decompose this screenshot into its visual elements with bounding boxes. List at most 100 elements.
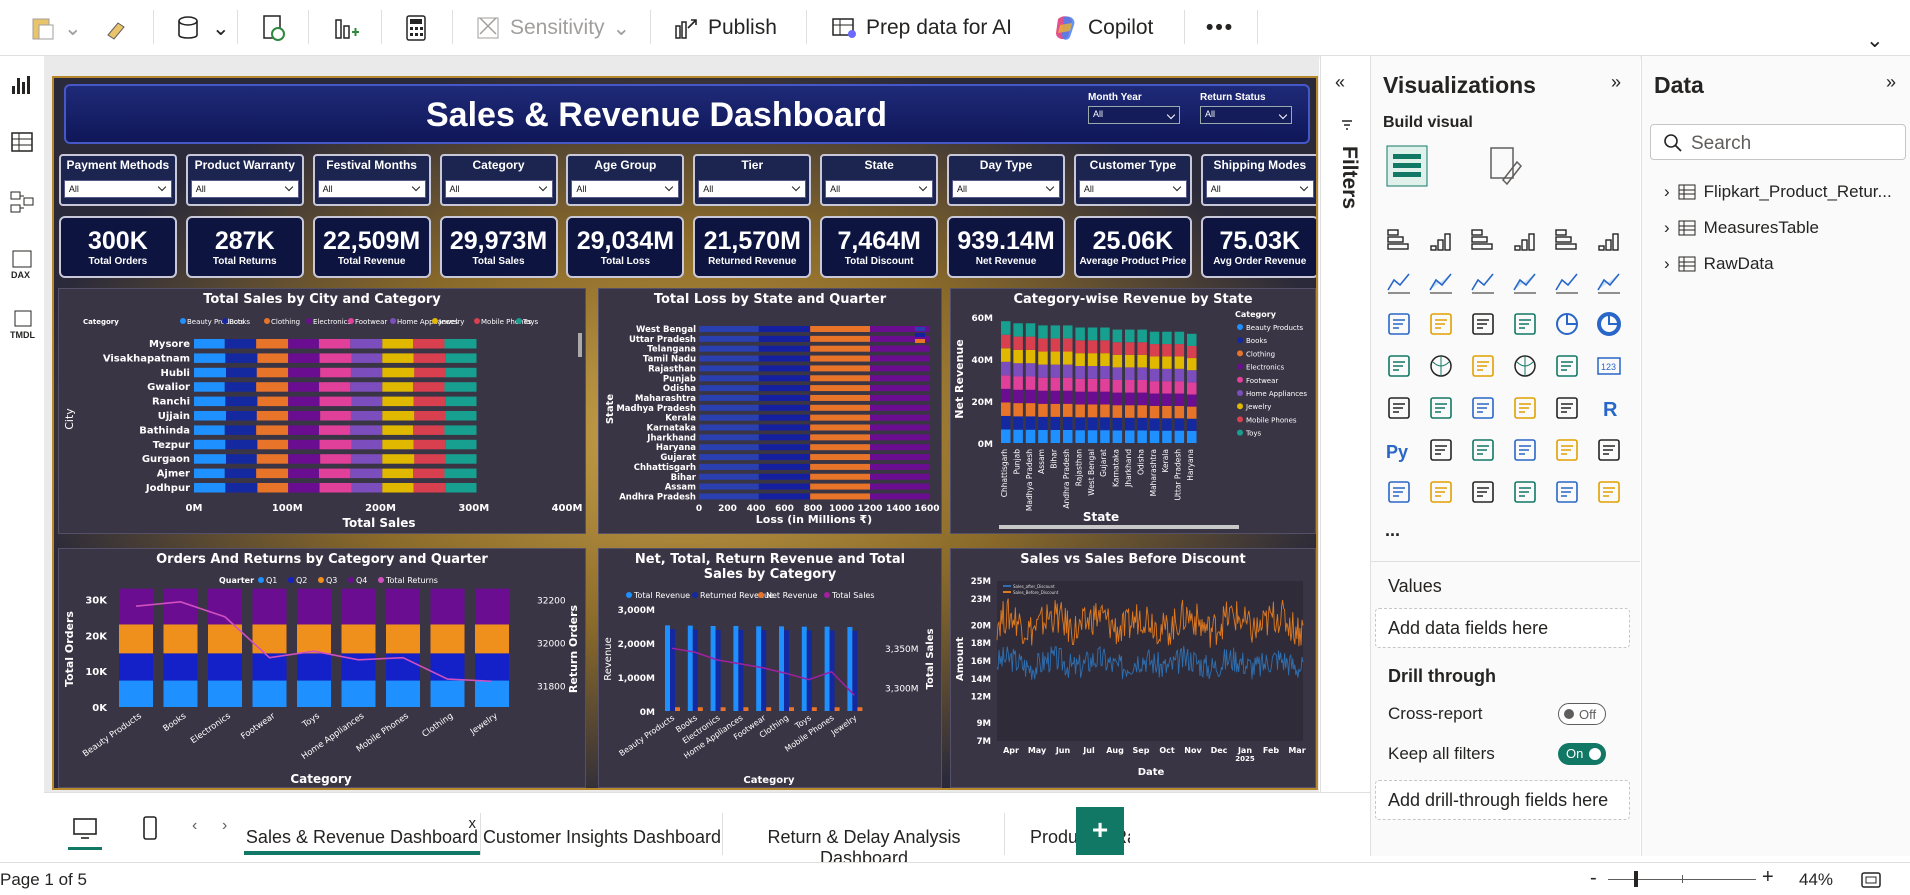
tree-table-flipkart[interactable]: › Flipkart_Product_Retur... bbox=[1664, 182, 1892, 202]
slicer-shipping-modes[interactable]: Shipping Modes All bbox=[1200, 154, 1316, 206]
refresh-button[interactable] bbox=[260, 10, 288, 46]
tab-close-icon[interactable]: x bbox=[469, 815, 477, 832]
report-builder-icon[interactable] bbox=[1427, 478, 1455, 506]
drill-through-well[interactable]: Add drill-through fields here bbox=[1375, 780, 1630, 820]
r-visual-icon[interactable]: R bbox=[1595, 394, 1623, 422]
month-year-slicer[interactable]: Month Year All bbox=[1088, 92, 1180, 136]
search-input[interactable]: Search bbox=[1650, 124, 1906, 160]
trophy-icon[interactable] bbox=[1385, 478, 1413, 506]
slicer-dropdown[interactable]: All bbox=[1088, 106, 1180, 124]
filters-pane-collapsed[interactable]: « Filters bbox=[1320, 56, 1370, 856]
paginated-icon[interactable] bbox=[1595, 436, 1623, 464]
next-page-icon[interactable]: › bbox=[222, 817, 227, 835]
slicer-dropdown[interactable]: All bbox=[1200, 106, 1292, 124]
line-clustered-icon[interactable] bbox=[1595, 268, 1623, 296]
dax-query-view-icon[interactable]: DAX bbox=[10, 250, 40, 280]
python-visual-icon[interactable]: Py bbox=[1385, 436, 1413, 464]
tab-customer-insights-dashboard[interactable]: Customer Insights Dashboard bbox=[482, 811, 722, 855]
chart-loss-by-state[interactable]: Total Loss by State and Quarter West Beng… bbox=[598, 288, 942, 534]
add-page-button[interactable]: + bbox=[1076, 807, 1124, 855]
zoom-out-button[interactable]: - bbox=[1590, 867, 1597, 890]
table-view-icon[interactable] bbox=[10, 130, 34, 154]
decomposition-tree-icon[interactable] bbox=[1469, 436, 1497, 464]
slicer-dropdown[interactable]: All bbox=[317, 180, 426, 198]
ribbon-collapse-chevron-icon[interactable]: ⌄ bbox=[1866, 22, 1884, 58]
fit-to-page-icon[interactable] bbox=[1860, 871, 1882, 889]
tab-return-delay-analysis-dashboard[interactable]: Return & Delay Analysis Dashboard bbox=[724, 811, 1004, 868]
azure-map-icon[interactable] bbox=[1511, 352, 1539, 380]
100-column-icon[interactable] bbox=[1595, 226, 1623, 254]
prep-data-button[interactable]: Prep data for AI bbox=[830, 10, 1012, 46]
slicer-category[interactable]: Category All bbox=[439, 154, 558, 206]
card-icon[interactable]: 123 bbox=[1595, 352, 1623, 380]
funnel-icon[interactable] bbox=[1469, 310, 1497, 338]
slicer-dropdown[interactable]: All bbox=[1078, 180, 1187, 198]
clustered-bar-icon[interactable] bbox=[1469, 226, 1497, 254]
slicer-payment-methods[interactable]: Payment Methods All bbox=[58, 154, 177, 206]
slicer-customer-type[interactable]: Customer Type All bbox=[1073, 154, 1192, 206]
calculator-button[interactable] bbox=[404, 10, 430, 46]
line-icon[interactable] bbox=[1385, 268, 1413, 296]
more-options-button[interactable]: ••• bbox=[1206, 10, 1234, 46]
clustered-column-icon[interactable] bbox=[1511, 226, 1539, 254]
qa-icon[interactable] bbox=[1511, 436, 1539, 464]
table-icon[interactable] bbox=[1511, 394, 1539, 422]
slicer-dropdown[interactable]: All bbox=[444, 180, 553, 198]
sensitivity-button[interactable]: Sensitivity ⌄ bbox=[474, 10, 630, 46]
chart-revenue-by-category[interactable]: Net, Total, Return Revenue and Total Sal… bbox=[598, 548, 942, 788]
area-icon[interactable] bbox=[1427, 268, 1455, 296]
pie-icon[interactable] bbox=[1553, 310, 1581, 338]
scatter-icon[interactable] bbox=[1511, 310, 1539, 338]
expand-right-icon[interactable]: » bbox=[1611, 72, 1621, 93]
more-visuals-button[interactable]: ... bbox=[1385, 520, 1400, 541]
tmdl-view-icon[interactable]: TMDL bbox=[10, 310, 42, 342]
cross-report-toggle[interactable]: Off bbox=[1558, 703, 1606, 725]
custom-b-icon[interactable] bbox=[1595, 478, 1623, 506]
stacked-bar-icon[interactable] bbox=[1385, 226, 1413, 254]
kpi-icon[interactable] bbox=[1427, 394, 1455, 422]
chart-sales-vs-before-discount[interactable]: Sales vs Sales Before Discount 7M 9M 12M 14M… bbox=[950, 548, 1316, 788]
key-influencers-icon[interactable] bbox=[1427, 436, 1455, 464]
filled-map-icon[interactable] bbox=[1469, 352, 1497, 380]
desktop-layout-icon[interactable] bbox=[72, 817, 98, 841]
slicer-dropdown[interactable]: All bbox=[571, 180, 680, 198]
gauge-icon[interactable] bbox=[1553, 352, 1581, 380]
values-well[interactable]: Add data fields here bbox=[1375, 608, 1630, 648]
slicer-day-type[interactable]: Day Type All bbox=[947, 154, 1066, 206]
zoom-in-button[interactable]: + bbox=[1762, 866, 1774, 889]
slicer-state[interactable]: State All bbox=[820, 154, 939, 206]
slicer-tier[interactable]: Tier All bbox=[693, 154, 812, 206]
build-visual-icon[interactable] bbox=[1385, 144, 1429, 188]
filters-label[interactable]: Filters bbox=[1331, 146, 1361, 236]
format-visual-icon[interactable] bbox=[1483, 144, 1527, 188]
chart-sales-by-city[interactable]: Total Sales by City and Category Beauty P… bbox=[58, 288, 586, 534]
slicer-dropdown[interactable]: All bbox=[1205, 180, 1314, 198]
power-automate-icon[interactable] bbox=[1511, 478, 1539, 506]
return-status-slicer[interactable]: Return Status All bbox=[1200, 92, 1292, 136]
slicer-festival-months[interactable]: Festival Months All bbox=[312, 154, 431, 206]
chart-orders-returns[interactable]: Orders And Returns by Category and Quart… bbox=[58, 548, 586, 788]
slicer-dropdown[interactable]: All bbox=[63, 180, 172, 198]
zoom-slider-thumb[interactable] bbox=[1634, 871, 1638, 887]
line-column-icon[interactable] bbox=[1553, 268, 1581, 296]
tab-sales-revenue-dashboard[interactable]: Sales & Revenue Dashboard x bbox=[244, 811, 480, 855]
paste-button[interactable]: ⌄ bbox=[30, 10, 82, 46]
custom-a-icon[interactable] bbox=[1553, 478, 1581, 506]
format-painter-button[interactable] bbox=[104, 10, 130, 46]
slicer-dropdown[interactable]: All bbox=[190, 180, 299, 198]
slicer-dropdown[interactable]: All bbox=[698, 180, 807, 198]
waterfall-icon[interactable] bbox=[1427, 310, 1455, 338]
slicer-icon[interactable] bbox=[1469, 394, 1497, 422]
100-bar-icon[interactable] bbox=[1553, 226, 1581, 254]
slicer-dropdown[interactable]: All bbox=[825, 180, 934, 198]
narrative-icon[interactable] bbox=[1553, 436, 1581, 464]
power-apps-icon[interactable] bbox=[1469, 478, 1497, 506]
copilot-button[interactable]: Copilot bbox=[1050, 10, 1153, 46]
model-view-icon[interactable] bbox=[10, 190, 34, 214]
treemap-icon[interactable] bbox=[1385, 352, 1413, 380]
chart-category-revenue-by-state[interactable]: Category-wise Revenue by State 0M 20M 40M 60… bbox=[950, 288, 1316, 534]
report-view-icon[interactable] bbox=[10, 72, 34, 96]
stacked-column-icon[interactable] bbox=[1427, 226, 1455, 254]
stacked-area-icon[interactable] bbox=[1469, 268, 1497, 296]
expand-right-icon[interactable]: » bbox=[1886, 72, 1896, 93]
